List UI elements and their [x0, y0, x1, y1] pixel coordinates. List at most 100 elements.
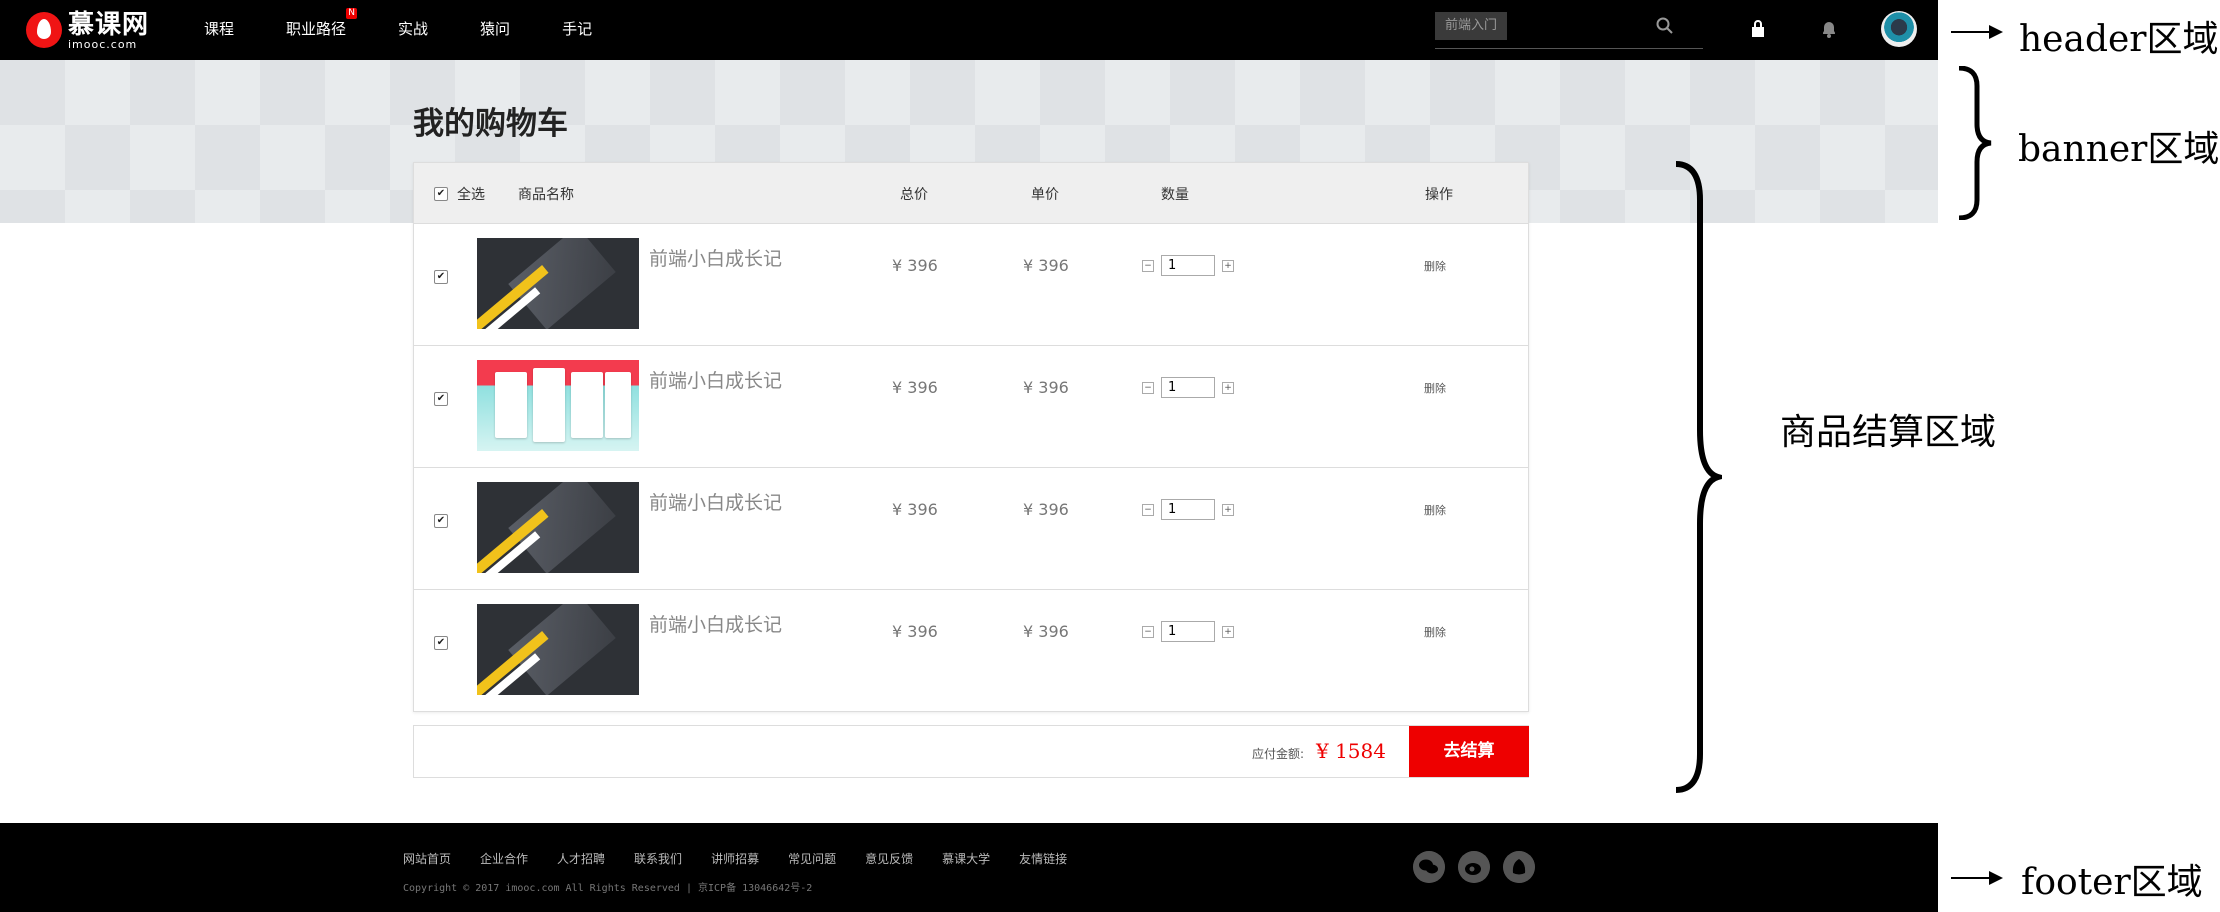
qty-input[interactable]: 1: [1161, 621, 1215, 642]
footer-link[interactable]: 意见反馈: [865, 850, 913, 867]
payable-label: 应付金额:: [1252, 747, 1305, 761]
nav-item-notes[interactable]: 手记: [562, 18, 592, 39]
product-name[interactable]: 前端小白成长记: [649, 488, 782, 515]
row-unit-price: ¥ 396: [1023, 378, 1069, 397]
table-row: ✔ 前端小白成长记 ¥ 396 ¥ 396 − 1 + 删除: [414, 467, 1528, 589]
footer-link[interactable]: 慕课大学: [942, 850, 990, 867]
wechat-icon[interactable]: [1413, 851, 1445, 883]
annotation-label-banner: banner区域: [2018, 129, 2220, 170]
delete-link[interactable]: 删除: [1424, 380, 1446, 396]
checkout-bar: 应付金额: ¥ 1584 去结算: [413, 725, 1529, 778]
header-quantity: 数量: [1161, 187, 1189, 203]
annotation-label-header: header区域: [2019, 19, 2219, 60]
product-thumbnail[interactable]: [477, 360, 639, 451]
header-unit-price: 单价: [1031, 187, 1059, 203]
product-thumbnail[interactable]: [477, 604, 639, 695]
footer-link[interactable]: 讲师招募: [711, 850, 759, 867]
product-name[interactable]: 前端小白成长记: [649, 610, 782, 637]
table-row: ✔ 前端小白成长记 ¥ 396 ¥ 396 − 1 + 删除: [414, 223, 1528, 345]
nav-item-label: 职业路径: [286, 20, 347, 38]
select-all-checkbox[interactable]: ✔: [434, 187, 448, 201]
header-total-price: 总价: [900, 187, 928, 203]
logo-text: 慕课网 imooc.com: [68, 11, 149, 50]
qty-minus-button[interactable]: −: [1142, 259, 1154, 272]
flame-icon: [26, 12, 62, 48]
page-mockup: 慕课网 imooc.com 课程 职业路径 N 实战 猿问 手记 前端入门 我的…: [0, 0, 1938, 912]
delete-link[interactable]: 删除: [1424, 258, 1446, 274]
row-checkbox[interactable]: ✔: [434, 270, 448, 284]
qty-minus-button[interactable]: −: [1142, 625, 1154, 638]
quantity-stepper: − 1 +: [1142, 255, 1234, 276]
search-icon[interactable]: [1655, 16, 1675, 36]
row-checkbox[interactable]: ✔: [434, 636, 448, 650]
table-row: ✔ 前端小白成长记 ¥ 396 ¥ 396 − 1 + 删除: [414, 589, 1528, 711]
logo-en: imooc.com: [68, 37, 138, 51]
quantity-stepper: − 1 +: [1142, 499, 1234, 520]
cart-bag-icon[interactable]: [1747, 18, 1769, 40]
row-unit-price: ¥ 396: [1023, 622, 1069, 641]
quantity-stepper: − 1 +: [1142, 621, 1234, 642]
cart-header-row: ✔ 全选 商品名称 总价 单价 数量 操作: [414, 163, 1528, 223]
nav-item-courses[interactable]: 课程: [204, 18, 234, 39]
nav-item-practice[interactable]: 实战: [398, 18, 428, 39]
logo-cn: 慕课网: [68, 9, 150, 40]
delete-link[interactable]: 删除: [1424, 502, 1446, 518]
payable-amount: ¥ 1584: [1316, 739, 1386, 763]
row-unit-price: ¥ 396: [1023, 256, 1069, 275]
avatar[interactable]: [1881, 11, 1917, 47]
qty-input[interactable]: 1: [1161, 377, 1215, 398]
page-title: 我的购物车: [413, 106, 568, 142]
row-unit-price: ¥ 396: [1023, 500, 1069, 519]
row-checkbox[interactable]: ✔: [434, 392, 448, 406]
header-action: 操作: [1425, 187, 1453, 203]
row-total-price: ¥ 396: [892, 256, 938, 275]
qty-plus-button[interactable]: +: [1222, 259, 1234, 272]
cart-table: ✔ 全选 商品名称 总价 单价 数量 操作 ✔ 前端小白成长记 ¥ 396 ¥ …: [413, 162, 1529, 712]
qty-plus-button[interactable]: +: [1222, 503, 1234, 516]
new-badge: N: [346, 8, 358, 19]
product-thumbnail[interactable]: [477, 238, 639, 329]
footer: 网站首页 企业合作 人才招聘 联系我们 讲师招募 常见问题 意见反馈 慕课大学 …: [0, 823, 1938, 912]
annotation-label-goods: 商品结算区域: [1780, 412, 1997, 453]
header-select-all[interactable]: 全选: [457, 184, 485, 204]
qty-input[interactable]: 1: [1161, 499, 1215, 520]
copyright: Copyright © 2017 imooc.com All Rights Re…: [403, 883, 813, 894]
search-box[interactable]: 前端入门: [1435, 12, 1703, 49]
row-total-price: ¥ 396: [892, 622, 938, 641]
footer-link[interactable]: 常见问题: [788, 850, 836, 867]
footer-link[interactable]: 企业合作: [480, 850, 528, 867]
qty-minus-button[interactable]: −: [1142, 381, 1154, 394]
search-tag[interactable]: 前端入门: [1435, 12, 1507, 40]
footer-link[interactable]: 联系我们: [634, 850, 682, 867]
quantity-stepper: − 1 +: [1142, 377, 1234, 398]
delete-link[interactable]: 删除: [1424, 624, 1446, 640]
row-checkbox[interactable]: ✔: [434, 514, 448, 528]
weibo-icon[interactable]: [1458, 851, 1490, 883]
product-name[interactable]: 前端小白成长记: [649, 244, 782, 271]
product-name[interactable]: 前端小白成长记: [649, 366, 782, 393]
main-nav: 课程 职业路径 N 实战 猿问 手记: [204, 8, 644, 39]
bell-icon[interactable]: [1818, 18, 1840, 40]
brace-banner-icon: [1958, 66, 1992, 220]
qty-minus-button[interactable]: −: [1142, 503, 1154, 516]
qty-plus-button[interactable]: +: [1222, 381, 1234, 394]
footer-links: 网站首页 企业合作 人才招聘 联系我们 讲师招募 常见问题 意见反馈 慕课大学 …: [403, 850, 1096, 867]
qty-input[interactable]: 1: [1161, 255, 1215, 276]
annotation-label-footer: footer区域: [2021, 862, 2203, 903]
qty-plus-button[interactable]: +: [1222, 625, 1234, 638]
row-total-price: ¥ 396: [892, 500, 938, 519]
footer-link[interactable]: 网站首页: [403, 850, 451, 867]
checkout-button[interactable]: 去结算: [1409, 726, 1529, 777]
brace-goods-icon: [1675, 161, 1722, 793]
nav-item-career-path[interactable]: 职业路径 N: [286, 8, 358, 39]
footer-link[interactable]: 友情链接: [1019, 850, 1067, 867]
product-thumbnail[interactable]: [477, 482, 639, 573]
header: 慕课网 imooc.com 课程 职业路径 N 实战 猿问 手记 前端入门: [0, 0, 1938, 60]
row-total-price: ¥ 396: [892, 378, 938, 397]
qq-icon[interactable]: [1503, 851, 1535, 883]
logo[interactable]: 慕课网 imooc.com: [26, 10, 149, 50]
nav-item-questions[interactable]: 猿问: [480, 18, 510, 39]
footer-link[interactable]: 人才招聘: [557, 850, 605, 867]
table-row: ✔ 前端小白成长记 ¥ 396 ¥ 396 − 1 + 删除: [414, 345, 1528, 467]
header-product-name: 商品名称: [518, 187, 574, 203]
